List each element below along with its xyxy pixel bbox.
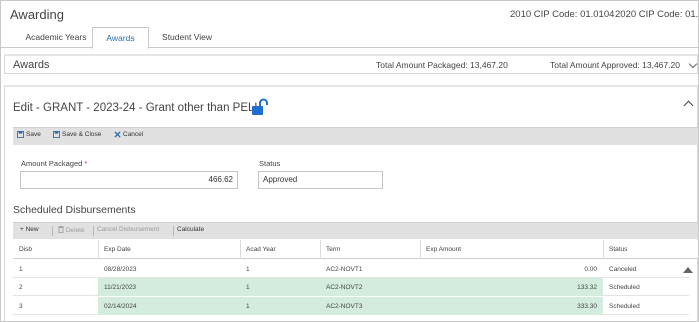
tab-academic-years[interactable]: Academic Years bbox=[24, 27, 88, 48]
new-disbursement-button[interactable]: + New bbox=[20, 226, 39, 233]
cell-exp-amount: 133.32 bbox=[577, 284, 597, 291]
cell-status: Canceled bbox=[609, 266, 637, 273]
cell-term: AC2-NOVT3 bbox=[326, 303, 363, 310]
cip-2020-code: 2020 CIP Code: 01.01 bbox=[615, 9, 699, 20]
column-divider bbox=[603, 240, 604, 259]
app-window: Awarding 2010 CIP Code: 01.0104 2020 CIP… bbox=[0, 0, 699, 322]
amount-packaged-label: Amount Packaged * bbox=[21, 159, 87, 168]
tab-bar: Academic Years Awards Student View bbox=[1, 27, 698, 49]
status-label: Status bbox=[259, 159, 281, 168]
save-close-icon bbox=[53, 131, 60, 138]
column-header-acad-year[interactable]: Acad Year bbox=[246, 246, 276, 253]
trash-icon bbox=[58, 225, 64, 233]
disbursements-table-header: Disb Exp Date Acad Year Term Exp Amount … bbox=[13, 240, 698, 259]
chevron-down-icon[interactable] bbox=[688, 59, 698, 69]
awards-title: Awards bbox=[13, 59, 50, 71]
save-close-label: Save & Close bbox=[62, 131, 102, 138]
unlock-icon[interactable] bbox=[251, 98, 269, 116]
delete-label: Delete bbox=[65, 227, 85, 234]
cell-exp-date: 08/28/2023 bbox=[104, 266, 137, 273]
cell-acad-year: 1 bbox=[246, 303, 250, 310]
amount-packaged-field[interactable]: 466.62 bbox=[20, 171, 238, 189]
cell-term: AC2-NOVT1 bbox=[326, 266, 363, 273]
cell-disb: 1 bbox=[19, 266, 23, 273]
column-divider bbox=[240, 240, 241, 259]
disbursements-toolbar: + New Delete Cancel Disbursement Calcula… bbox=[13, 222, 698, 239]
chevron-up-icon[interactable] bbox=[683, 100, 694, 111]
scheduled-disbursements-title: Scheduled Disbursements bbox=[13, 204, 136, 216]
tab-awards[interactable]: Awards bbox=[92, 27, 149, 49]
total-amount-approved: Total Amount Approved: 13,467.20 bbox=[550, 60, 680, 70]
cell-exp-amount: 333.30 bbox=[577, 303, 597, 310]
column-divider bbox=[420, 240, 421, 259]
column-header-exp-amount[interactable]: Exp Amount bbox=[426, 246, 461, 253]
save-button[interactable]: Save bbox=[17, 131, 41, 138]
calculate-button[interactable]: Calculate bbox=[177, 226, 204, 233]
cell-exp-amount: 0.00 bbox=[584, 266, 597, 273]
column-divider bbox=[320, 240, 321, 259]
scroll-up-arrow-icon[interactable] bbox=[683, 267, 693, 273]
cip-2010-code: 2010 CIP Code: 01.0104 bbox=[510, 9, 615, 20]
delete-disbursement-button[interactable]: Delete bbox=[58, 225, 85, 234]
cell-disb: 2 bbox=[19, 284, 23, 291]
edit-award-panel: Edit - GRANT - 2023-24 - Grant other tha… bbox=[4, 85, 698, 321]
toolbar-divider bbox=[52, 226, 53, 236]
edit-award-title: Edit - GRANT - 2023-24 - Grant other tha… bbox=[13, 102, 261, 114]
edit-toolbar: Save Save & Close Cancel bbox=[13, 127, 698, 145]
cell-status: Scheduled bbox=[609, 303, 640, 310]
cell-exp-date: 02/14/2024 bbox=[104, 303, 137, 310]
cancel-button[interactable]: Cancel bbox=[114, 131, 143, 138]
save-label: Save bbox=[26, 131, 41, 138]
column-header-status[interactable]: Status bbox=[609, 246, 627, 253]
cancel-label: Cancel bbox=[123, 131, 144, 138]
page-title: Awarding bbox=[10, 7, 64, 22]
table-row[interactable]: 3 02/14/2024 1 AC2-NOVT3 333.30 Schedule… bbox=[13, 297, 689, 315]
column-header-exp-date[interactable]: Exp Date bbox=[104, 246, 131, 253]
cell-disb: 3 bbox=[19, 303, 23, 310]
column-divider bbox=[98, 240, 99, 259]
tab-student-view[interactable]: Student View bbox=[155, 27, 219, 48]
cell-term: AC2-NOVT2 bbox=[326, 284, 363, 291]
table-row[interactable]: 1 08/28/2023 1 AC2-NOVT1 0.00 Canceled bbox=[13, 260, 689, 278]
status-field[interactable]: Approved bbox=[258, 171, 383, 189]
cancel-disbursement-button[interactable]: Cancel Disbursement bbox=[97, 226, 159, 233]
cell-status: Scheduled bbox=[609, 284, 640, 291]
total-amount-packaged: Total Amount Packaged: 13,467.20 bbox=[376, 60, 508, 70]
cell-exp-date: 11/21/2023 bbox=[104, 284, 137, 291]
cancel-x-icon bbox=[114, 131, 121, 138]
save-close-button[interactable]: Save & Close bbox=[53, 131, 101, 138]
amount-packaged-label-text: Amount Packaged bbox=[21, 159, 83, 168]
toolbar-divider bbox=[93, 226, 94, 236]
required-marker: * bbox=[84, 159, 88, 168]
column-header-disb[interactable]: Disb bbox=[19, 246, 32, 253]
toolbar-divider bbox=[173, 226, 174, 236]
cell-acad-year: 1 bbox=[246, 266, 250, 273]
table-row[interactable]: 2 11/21/2023 1 AC2-NOVT2 133.32 Schedule… bbox=[13, 278, 689, 296]
save-icon bbox=[17, 131, 24, 138]
awards-section-header[interactable]: Awards Total Amount Packaged: 13,467.20 … bbox=[4, 54, 698, 74]
cell-acad-year: 1 bbox=[246, 284, 250, 291]
column-header-term[interactable]: Term bbox=[326, 246, 340, 253]
